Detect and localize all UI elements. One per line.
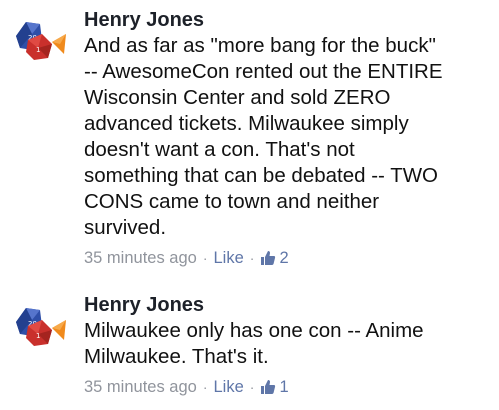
comment-text-line: Milwaukee. That's it.	[84, 345, 269, 368]
comment-text-line: advanced tickets. Milwaukee simply	[84, 112, 409, 135]
comment-author[interactable]: Henry Jones	[84, 293, 493, 317]
comment-timestamp[interactable]: 35 minutes ago	[84, 376, 197, 398]
comment-text-line: And as far as "more bang for the buck"	[84, 34, 436, 57]
comment-text-line: doesn't want a con. That's not	[84, 138, 355, 161]
comment-item: 20 1 Henry Jones Milwaukee only has one …	[0, 290, 499, 405]
comment-text-line: something that can be debated -- TWO	[84, 164, 439, 187]
comment-timestamp[interactable]: 35 minutes ago	[84, 247, 197, 269]
comment-text-line: Milwaukee only has one con -- Anime	[84, 319, 424, 342]
dice-avatar-icon[interactable]: 20 1	[12, 300, 70, 348]
comment-text: And as far as "more bang for the buck" -…	[84, 33, 493, 241]
comment-meta: 35 minutes ago · Like · 2	[84, 247, 493, 269]
thumbs-up-icon[interactable]	[260, 250, 276, 266]
comment-text-line: Wisconsin Center and sold ZERO	[84, 86, 391, 109]
meta-separator: ·	[202, 379, 208, 395]
meta-separator: ·	[249, 250, 255, 266]
dice-avatar-icon[interactable]: 20 1	[12, 14, 70, 62]
like-button[interactable]: Like	[214, 247, 244, 269]
comment-text-line: -- AwesomeCon rented out the ENTIRE	[84, 60, 443, 83]
like-button[interactable]: Like	[214, 376, 244, 398]
comment-body: Henry Jones Milwaukee only has one con -…	[84, 290, 493, 398]
comment-text: Milwaukee only has one con -- Anime Milw…	[84, 318, 493, 370]
comment-author[interactable]: Henry Jones	[84, 8, 493, 32]
meta-separator: ·	[249, 379, 255, 395]
comment-meta: 35 minutes ago · Like · 1	[84, 376, 493, 398]
thumbs-up-icon[interactable]	[260, 379, 276, 395]
comment-text-line: survived.	[84, 216, 167, 239]
svg-text:1: 1	[36, 46, 40, 54]
comment-text-line: CONS came to town and neither	[84, 190, 380, 213]
comment-item: 20 1 Henry Jones And as far as "more ban…	[0, 0, 499, 280]
svg-text:1: 1	[36, 332, 40, 340]
meta-separator: ·	[202, 250, 208, 266]
comment-body: Henry Jones And as far as "more bang for…	[84, 0, 493, 269]
like-count[interactable]: 2	[279, 247, 288, 269]
like-count[interactable]: 1	[279, 376, 288, 398]
